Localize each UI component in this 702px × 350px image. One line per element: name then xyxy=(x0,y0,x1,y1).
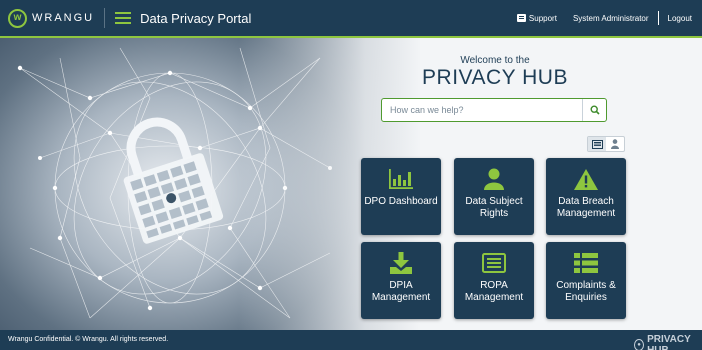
header-actions: Support System Administrator Logout xyxy=(516,11,692,25)
person-icon xyxy=(454,167,534,191)
user-view-button[interactable] xyxy=(606,137,624,151)
tile-data-subject-rights[interactable]: Data Subject Rights xyxy=(454,158,534,235)
document-list-icon xyxy=(454,251,534,275)
grid-view-icon xyxy=(591,139,603,149)
menu-icon[interactable] xyxy=(115,12,132,24)
hub-title: PRIVACY HUB xyxy=(422,66,568,89)
list-icon xyxy=(546,251,626,275)
tile-label: ROPA Management xyxy=(464,280,524,303)
tile-label: Complaints & Enquiries xyxy=(556,280,616,303)
tile-dpia-management[interactable]: DPIA Management xyxy=(361,242,441,319)
wrangu-logo[interactable]: w WRANGU xyxy=(8,8,95,28)
tile-label: Data Breach Management xyxy=(556,196,616,219)
copyright-text: Wrangu Confidential. © Wrangu. All right… xyxy=(8,336,169,343)
tile-label: Data Subject Rights xyxy=(465,196,523,219)
user-menu[interactable]: System Administrator xyxy=(573,14,649,23)
top-navigation-bar: w WRANGU Data Privacy Portal Support Sys… xyxy=(0,0,702,36)
user-view-icon xyxy=(611,139,619,149)
lock-icon: ● xyxy=(634,339,645,350)
view-toggle xyxy=(587,136,625,152)
tile-dpo-dashboard[interactable]: DPO Dashboard xyxy=(361,158,441,235)
support-link[interactable]: Support xyxy=(516,13,557,23)
footer-logo-text: PRIVACY HUB xyxy=(647,334,691,350)
tile-label: DPIA Management xyxy=(371,280,431,303)
download-icon xyxy=(361,251,441,275)
welcome-text: Welcome to the xyxy=(460,55,530,66)
wrangu-logo-icon: w xyxy=(8,8,27,28)
app-root: w WRANGU Data Privacy Portal Support Sys… xyxy=(0,0,702,350)
support-icon xyxy=(516,14,526,22)
footer: Wrangu Confidential. © Wrangu. All right… xyxy=(0,330,702,350)
privacy-hub-logo: ● PRIVACY HUB xyxy=(634,334,702,350)
logo-text: WRANGU xyxy=(32,12,95,24)
search-button[interactable] xyxy=(582,99,606,121)
header-separator xyxy=(657,11,659,25)
search-input[interactable] xyxy=(390,100,582,120)
tile-data-breach-management[interactable]: Data Breach Management xyxy=(546,158,626,235)
tile-complaints-enquiries[interactable]: Complaints & Enquiries xyxy=(546,242,626,319)
portal-title: Data Privacy Portal xyxy=(140,10,252,26)
warning-icon xyxy=(546,167,626,191)
support-label: Support xyxy=(528,13,557,23)
logout-link[interactable]: Logout xyxy=(668,14,692,23)
tile-label: DPO Dashboard xyxy=(364,196,438,207)
tile-ropa-management[interactable]: ROPA Management xyxy=(454,242,534,319)
header-divider xyxy=(104,8,106,28)
search-icon xyxy=(589,105,600,115)
grid-view-button[interactable] xyxy=(588,137,606,151)
search-bar xyxy=(381,98,607,122)
bar-chart-icon xyxy=(361,167,441,191)
